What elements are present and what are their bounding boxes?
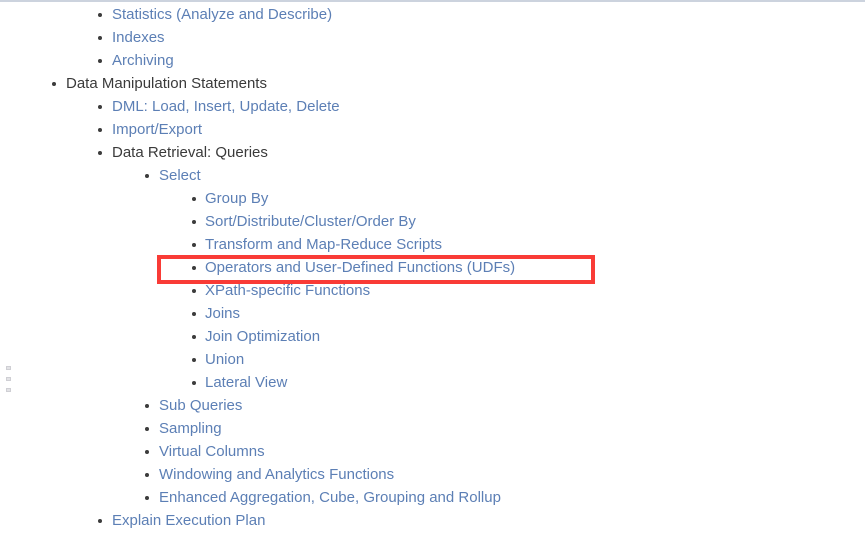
bullet-icon	[192, 381, 196, 385]
bullet-icon	[145, 450, 149, 454]
bullet-icon	[98, 105, 102, 109]
outline-item-link[interactable]: Sampling	[159, 417, 222, 440]
outline-item-link[interactable]: Indexes	[112, 26, 165, 49]
bullet-icon	[192, 335, 196, 339]
top-divider-rule	[0, 0, 865, 2]
outline-item-link[interactable]: Sort/Distribute/Cluster/Order By	[205, 210, 416, 233]
outline-item-link[interactable]: XPath-specific Functions	[205, 279, 370, 302]
bullet-icon	[98, 519, 102, 523]
bullet-icon	[192, 243, 196, 247]
outline-item-link[interactable]: Union	[205, 348, 244, 371]
bullet-icon	[192, 266, 196, 270]
outline-item-link[interactable]: Enhanced Aggregation, Cube, Grouping and…	[159, 486, 501, 509]
bullet-icon	[145, 473, 149, 477]
outline-item-link[interactable]: Statistics (Analyze and Describe)	[112, 3, 332, 26]
bullet-icon	[145, 174, 149, 178]
bullet-icon	[98, 13, 102, 17]
bullet-icon	[98, 128, 102, 132]
bullet-icon	[192, 358, 196, 362]
bullet-icon	[192, 312, 196, 316]
bullet-icon	[192, 220, 196, 224]
outline-item-link[interactable]: Join Optimization	[205, 325, 320, 348]
grip-dot	[6, 377, 11, 381]
bullet-icon	[192, 197, 196, 201]
outline-item-link[interactable]: Operators and User-Defined Functions (UD…	[205, 256, 515, 279]
documentation-outline-page: Statistics (Analyze and Describe) Indexes…	[0, 0, 865, 543]
bullet-icon	[145, 427, 149, 431]
outline-item-link[interactable]: Select	[159, 164, 201, 187]
bullet-icon	[192, 289, 196, 293]
outline-item-link[interactable]: Import/Export	[112, 118, 202, 141]
outline-item-link[interactable]: Virtual Columns	[159, 440, 265, 463]
outline-item-link[interactable]: Sub Queries	[159, 394, 242, 417]
outline-item-link[interactable]: Joins	[205, 302, 240, 325]
outline-item-label: Data Manipulation Statements	[66, 75, 267, 92]
bullet-icon	[98, 36, 102, 40]
outline-item-link[interactable]: Transform and Map-Reduce Scripts	[205, 233, 442, 256]
bullet-icon	[98, 59, 102, 63]
bullet-icon	[52, 82, 56, 86]
outline-item-link[interactable]: Archiving	[112, 49, 174, 72]
outline-item-link[interactable]: Group By	[205, 187, 268, 210]
bullet-icon	[145, 496, 149, 500]
bullet-icon	[98, 151, 102, 155]
outline-item-link[interactable]: Windowing and Analytics Functions	[159, 463, 394, 486]
bullet-icon	[145, 404, 149, 408]
grip-dot	[6, 366, 11, 370]
outline-item-link[interactable]: DML: Load, Insert, Update, Delete	[112, 95, 340, 118]
outline-item-link[interactable]: Lateral View	[205, 371, 287, 394]
grip-dot	[6, 388, 11, 392]
resize-grip-handle[interactable]	[5, 366, 12, 392]
outline-item-label: Data Retrieval: Queries	[112, 144, 268, 161]
outline-item-link[interactable]: Explain Execution Plan	[112, 509, 265, 532]
